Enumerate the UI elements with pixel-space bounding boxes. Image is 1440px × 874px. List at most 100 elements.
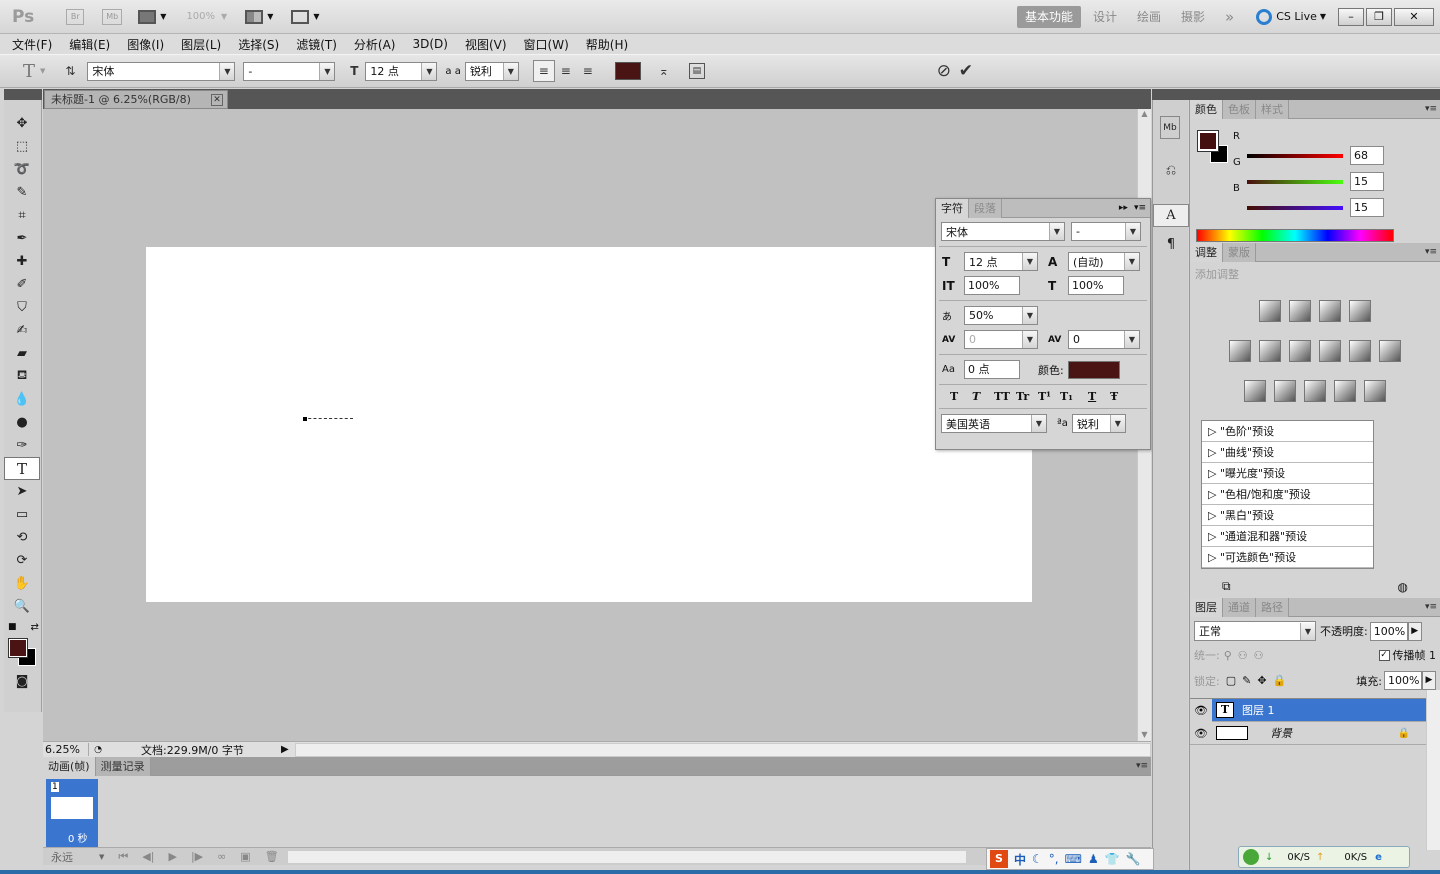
layers-scrollbar[interactable]: [1426, 690, 1440, 850]
close-icon[interactable]: ✕: [211, 93, 223, 106]
crop-tool-icon[interactable]: ⌗: [4, 204, 40, 227]
delete-frame-icon[interactable]: 🗑: [265, 850, 279, 863]
commit-edit-icon[interactable]: ✔: [955, 60, 977, 82]
lasso-tool-icon[interactable]: ➰: [4, 158, 40, 181]
tab-paths[interactable]: 路径: [1256, 598, 1289, 617]
tab-adjustments[interactable]: 调整: [1190, 243, 1223, 262]
layer-row[interactable]: 👁 背景 🔒: [1190, 722, 1440, 745]
sogou-logo-icon[interactable]: S: [990, 850, 1008, 868]
eye-icon[interactable]: 👁: [1190, 727, 1212, 740]
align-center-icon[interactable]: ≡: [555, 60, 577, 82]
lock-all-icon[interactable]: 🔒: [1273, 674, 1287, 687]
strikethrough-button[interactable]: Ŧ: [1110, 390, 1132, 403]
ime-mode[interactable]: 中: [1014, 851, 1026, 868]
color-balance-icon[interactable]: [1289, 340, 1311, 362]
green-slider[interactable]: [1247, 180, 1343, 184]
font-family-select[interactable]: 宋体 ▼: [87, 61, 236, 81]
workspace-photography[interactable]: 摄影: [1173, 6, 1213, 28]
blue-value[interactable]: 15: [1350, 198, 1384, 217]
zoom-field[interactable]: 6.25%: [43, 743, 89, 756]
zoom-tool-icon[interactable]: 🔍: [4, 595, 40, 618]
layer-name[interactable]: 图层 1: [1242, 702, 1275, 718]
play-icon[interactable]: ▶: [168, 850, 176, 863]
anti-alias-select[interactable]: 锐利 ▼: [464, 61, 519, 81]
return-to-list-icon[interactable]: ⧉: [1222, 579, 1231, 594]
char-size-select[interactable]: 12 点 ▼: [964, 252, 1038, 271]
duplicate-frame-icon[interactable]: ▣: [240, 850, 250, 863]
panel-menu-icon[interactable]: ▾≡: [1422, 100, 1440, 118]
kerning-select[interactable]: 0 ▼: [964, 330, 1038, 349]
menu-layer[interactable]: 图层(L): [181, 36, 221, 53]
more-workspaces-button[interactable]: »: [1217, 6, 1242, 28]
tab-layers[interactable]: 图层: [1190, 598, 1223, 617]
menu-file[interactable]: 文件(F): [12, 36, 52, 53]
user-icon[interactable]: ♟: [1088, 852, 1099, 866]
half-width-icon[interactable]: ☾: [1032, 852, 1043, 866]
punctuation-icon[interactable]: °,: [1049, 852, 1059, 866]
marquee-tool-icon[interactable]: ⬚: [4, 135, 40, 158]
tab-animation[interactable]: 动画(帧): [43, 757, 96, 776]
skin-icon[interactable]: 👕: [1105, 852, 1120, 866]
invert-icon[interactable]: [1244, 380, 1266, 402]
posterize-icon[interactable]: [1274, 380, 1296, 402]
font-size-select[interactable]: 12 点 ▼: [365, 61, 438, 81]
red-value[interactable]: 68: [1350, 146, 1384, 165]
tab-masks[interactable]: 蒙版: [1223, 243, 1256, 262]
tsume-select[interactable]: 50% ▼: [964, 306, 1038, 325]
menu-filter[interactable]: 滤镜(T): [296, 36, 337, 53]
mini-bridge-icon[interactable]: Mb: [1160, 116, 1180, 139]
document-tab[interactable]: 未标题-1 @ 6.25%(RGB/8) ✕: [44, 90, 228, 109]
all-caps-button[interactable]: TT: [994, 390, 1016, 403]
blur-tool-icon[interactable]: 💧: [4, 388, 40, 411]
anim-scrollbar[interactable]: [286, 849, 967, 864]
panel-menu-icon[interactable]: ▾≡: [1133, 757, 1151, 775]
panel-menu-icon[interactable]: ▾≡: [1422, 598, 1440, 616]
animation-frame[interactable]: 1 0 秒: [46, 779, 98, 847]
cs-live-icon[interactable]: [1256, 8, 1273, 25]
dock-header[interactable]: [1152, 89, 1440, 100]
document-canvas[interactable]: [146, 247, 1032, 602]
tab-measurement-log[interactable]: 测量记录: [95, 757, 151, 776]
hand-tool-icon[interactable]: ✋: [4, 572, 40, 595]
network-logo-icon[interactable]: [1243, 849, 1259, 865]
default-colors-icon[interactable]: ■: [8, 622, 17, 632]
opacity-field[interactable]: 100%: [1369, 621, 1408, 641]
tab-styles[interactable]: 样式: [1256, 100, 1289, 119]
layer-row[interactable]: 👁 T 图层 1: [1190, 698, 1440, 722]
vertical-scale-field[interactable]: 100%: [964, 276, 1020, 295]
selective-color-icon[interactable]: [1364, 380, 1386, 402]
tab-channels[interactable]: 通道: [1223, 598, 1256, 617]
horizontal-scale-field[interactable]: 100%: [1068, 276, 1124, 295]
paragraph-panel-icon[interactable]: ¶: [1153, 233, 1189, 256]
collapse-panel-icon[interactable]: ▸▸: [1119, 199, 1134, 217]
small-caps-button[interactable]: Tr: [1016, 390, 1038, 403]
settings-icon[interactable]: 🔧: [1126, 852, 1141, 866]
lock-position-icon[interactable]: ✥: [1257, 674, 1266, 687]
frame-delay[interactable]: 0 秒: [68, 830, 88, 845]
preset-channel-mixer[interactable]: ▷ "通道混和器"预设: [1202, 526, 1373, 547]
opacity-arrow[interactable]: ▶: [1407, 621, 1422, 641]
levels-icon[interactable]: [1289, 300, 1311, 322]
preset-hue-saturation[interactable]: ▷ "色相/饱和度"预设: [1202, 484, 1373, 505]
next-frame-icon[interactable]: |▶: [191, 850, 203, 863]
path-select-tool-icon[interactable]: ➤: [4, 480, 40, 503]
char-style-select[interactable]: - ▼: [1071, 222, 1141, 241]
chevron-down-icon[interactable]: ▼: [160, 12, 166, 21]
preset-black-white[interactable]: ▷ "黑白"预设: [1202, 505, 1373, 526]
eraser-tool-icon[interactable]: ▰: [4, 342, 40, 365]
type-tool-icon[interactable]: T: [4, 457, 40, 480]
green-value[interactable]: 15: [1350, 172, 1384, 191]
tab-character[interactable]: 字符: [936, 199, 969, 218]
channel-mixer-icon[interactable]: [1379, 340, 1401, 362]
menu-help[interactable]: 帮助(H): [586, 36, 628, 53]
first-frame-icon[interactable]: ⏮: [118, 850, 128, 864]
menu-edit[interactable]: 编辑(E): [69, 36, 110, 53]
view-extras-icon[interactable]: [138, 9, 157, 24]
eyedropper-tool-icon[interactable]: ✒: [4, 227, 40, 250]
faux-bold-button[interactable]: T: [950, 390, 972, 403]
move-tool-icon[interactable]: ✥: [4, 112, 40, 135]
blend-mode-select[interactable]: 正常 ▼: [1194, 621, 1316, 641]
status-menu-arrow[interactable]: ▶: [281, 744, 289, 755]
screen-mode-icon[interactable]: [291, 9, 310, 24]
black-white-icon[interactable]: [1319, 340, 1341, 362]
